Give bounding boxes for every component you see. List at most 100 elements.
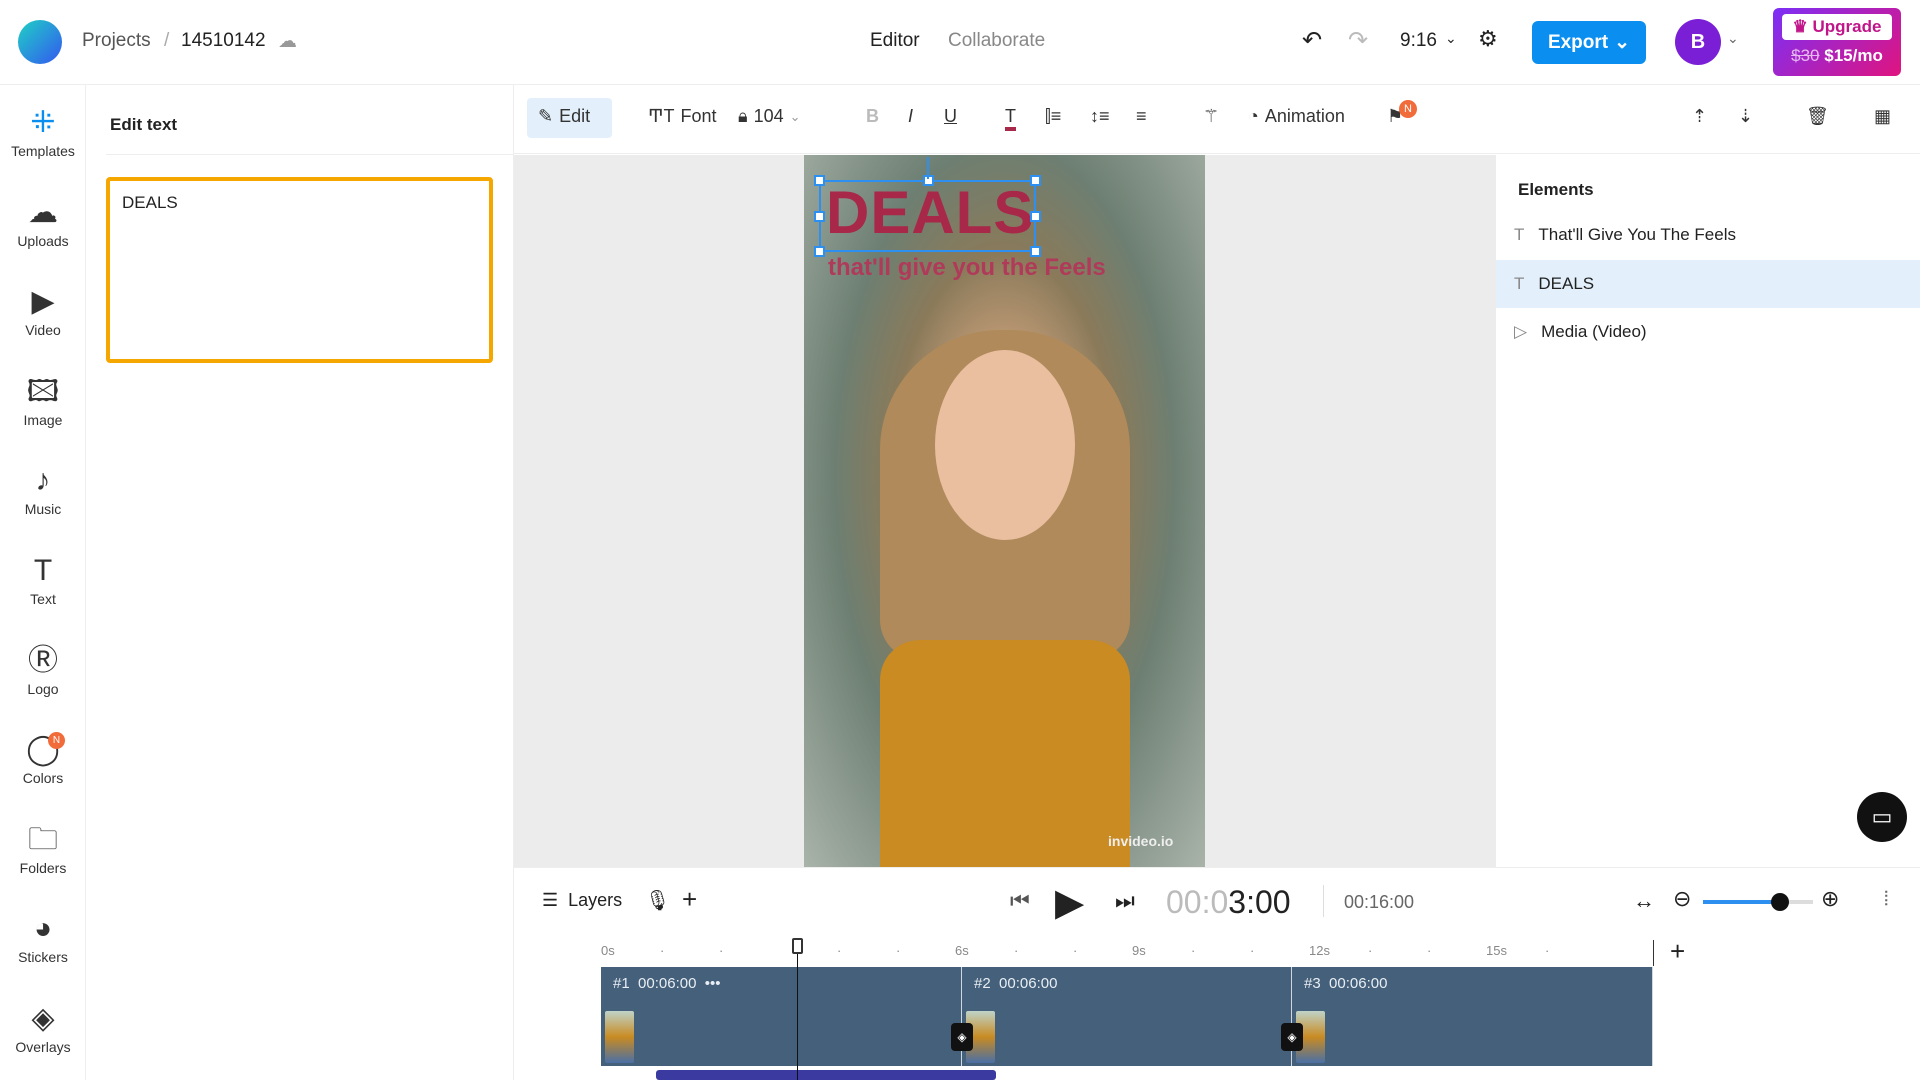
align-icon[interactable]: ⫿≡ xyxy=(1045,106,1061,127)
bring-forward-icon[interactable]: ⇡ xyxy=(1692,106,1707,127)
chat-icon[interactable]: ▭ xyxy=(1857,792,1907,842)
skip-forward-icon[interactable]: ⏭︎ xyxy=(1115,888,1135,914)
delete-icon[interactable]: 🗑︎ xyxy=(1806,106,1829,127)
resize-handle[interactable] xyxy=(1030,175,1041,186)
sidebar-item-label: Logo xyxy=(27,680,59,697)
font-button[interactable]: ͲT Font xyxy=(648,106,717,127)
more-icon[interactable]: ••• xyxy=(705,975,721,992)
redo-icon[interactable]: ↷ xyxy=(1348,26,1368,55)
breadcrumb-projects[interactable]: Projects xyxy=(82,30,151,52)
italic-button[interactable]: I xyxy=(908,106,913,127)
audio-track[interactable] xyxy=(656,1070,996,1080)
layers-button[interactable]: ☰ Layers xyxy=(542,890,622,911)
sidebar-item-image[interactable]: 🖾 Image xyxy=(0,372,86,428)
send-backward-icon[interactable]: ⇣ xyxy=(1738,106,1753,127)
nav-editor[interactable]: Editor xyxy=(870,30,920,52)
sidebar-item-text[interactable]: T Text xyxy=(0,551,86,607)
cloud-saved-icon: ☁ xyxy=(278,31,297,52)
scene-clip[interactable]: #1 00:06:00 ••• xyxy=(601,967,962,1066)
zoom-slider-handle[interactable] xyxy=(1771,893,1789,911)
play-icon[interactable]: ▶ xyxy=(1055,880,1084,925)
element-item-selected[interactable]: T DEALS xyxy=(1496,260,1920,308)
edit-button[interactable]: ✎ Edit xyxy=(538,106,590,127)
element-item[interactable]: T That'll Give You The Feels xyxy=(1496,211,1920,259)
sidebar-item-uploads[interactable]: ☁ Uploads xyxy=(0,193,86,249)
chevron-down-icon: ⌄ xyxy=(1614,32,1631,53)
line-height-icon[interactable]: ↕≡ xyxy=(1090,106,1110,127)
clip-number: #2 xyxy=(974,975,991,992)
ruler-tick: · xyxy=(1545,943,1550,958)
waveform-icon[interactable]: ⦙ xyxy=(1884,888,1888,911)
text-color-button[interactable]: T xyxy=(1005,106,1016,131)
ruler-label: 12s xyxy=(1309,943,1330,958)
transition-icon[interactable]: ◈ xyxy=(1281,1023,1303,1051)
sidebar-item-overlays[interactable]: ◈ Overlays xyxy=(0,999,86,1055)
upgrade-label: Upgrade xyxy=(1812,17,1882,36)
sidebar-item-video[interactable]: ▶ Video xyxy=(0,282,86,338)
settings-icon[interactable]: ⚙ xyxy=(1478,26,1498,52)
microphone-icon[interactable]: 🎙︎ xyxy=(645,888,670,913)
aspect-ratio-dropdown[interactable]: 9:16 xyxy=(1400,30,1437,52)
divider xyxy=(106,154,514,155)
scene-clip[interactable]: #2 00:06:00 xyxy=(962,967,1292,1066)
sidebar-item-label: Text xyxy=(30,591,56,607)
zoom-out-icon[interactable]: ⊖ xyxy=(1673,886,1691,912)
logo-icon: Ⓡ xyxy=(28,643,58,677)
grid-icon[interactable]: ▦ xyxy=(1874,106,1891,127)
nav-collaborate[interactable]: Collaborate xyxy=(948,30,1045,52)
app-logo[interactable] xyxy=(18,20,62,64)
ruler-tick: · xyxy=(1014,943,1019,958)
resize-handle[interactable] xyxy=(814,246,825,257)
playhead-handle[interactable] xyxy=(792,938,803,954)
zoom-slider[interactable] xyxy=(1703,900,1813,904)
avatar[interactable]: B xyxy=(1675,19,1721,65)
folder-icon: 🗀 xyxy=(28,822,58,856)
underline-button[interactable]: U xyxy=(944,106,957,127)
undo-icon[interactable]: ↶ xyxy=(1302,26,1322,55)
export-button[interactable]: Export ⌄ xyxy=(1532,21,1646,64)
resize-handle[interactable] xyxy=(1030,246,1041,257)
project-name[interactable]: 14510142 xyxy=(181,30,266,52)
magic-wand-icon[interactable]: ⚚ xyxy=(1203,106,1219,127)
sidebar-item-colors[interactable]: ◯ Colors N xyxy=(0,730,86,786)
element-item[interactable]: ▷ Media (Video) xyxy=(1496,308,1920,356)
pencil-icon: ✎ xyxy=(538,106,554,126)
skip-back-icon[interactable]: ⏮︎ xyxy=(1010,888,1030,914)
font-size-dropdown[interactable]: 🔒︎ 104 ⌄ xyxy=(738,106,801,127)
chevron-down-icon[interactable]: ⌄ xyxy=(1727,30,1739,47)
text-align-icon[interactable]: ≡ xyxy=(1136,106,1147,127)
sidebar-item-templates[interactable]: ⁜ Templates xyxy=(0,103,86,159)
watermark: invideo.io xyxy=(1108,833,1174,849)
resize-handle[interactable] xyxy=(814,211,825,222)
video-subject-face xyxy=(935,350,1075,540)
bold-button[interactable]: B xyxy=(866,106,879,127)
sidebar-item-music[interactable]: ♪ Music xyxy=(0,461,86,517)
add-icon[interactable]: + xyxy=(682,884,697,915)
sidebar-item-logo[interactable]: Ⓡ Logo xyxy=(0,641,86,697)
text-icon: T xyxy=(1514,274,1525,293)
crown-icon: ♛ xyxy=(1792,17,1808,36)
sidebar-item-stickers[interactable]: ◕ Stickers xyxy=(0,909,86,965)
clip-thumbnail xyxy=(605,1011,634,1063)
resize-handle[interactable] xyxy=(814,175,825,186)
clip-number: #3 xyxy=(1304,975,1321,992)
fit-icon[interactable]: ↔ xyxy=(1633,888,1655,914)
sidebar-item-folders[interactable]: 🗀 Folders xyxy=(0,820,86,876)
add-scene-icon[interactable]: + xyxy=(1670,936,1685,967)
scene-clip[interactable]: #3 00:06:00 xyxy=(1292,967,1653,1066)
ruler-tick: · xyxy=(1250,943,1255,958)
text-input[interactable]: DEALS xyxy=(106,177,493,363)
canvas-subtitle-text[interactable]: that'll give you the Feels xyxy=(828,254,1106,282)
selection-box[interactable] xyxy=(814,175,1041,257)
rotate-handle[interactable] xyxy=(927,157,929,179)
chevron-down-icon: ⌄ xyxy=(789,108,801,124)
playhead[interactable] xyxy=(797,939,798,1080)
element-label: That'll Give You The Feels xyxy=(1538,225,1736,244)
resize-handle[interactable] xyxy=(1030,211,1041,222)
sidebar-item-label: Colors xyxy=(22,770,64,787)
zoom-in-icon[interactable]: ⊕ xyxy=(1821,886,1839,912)
transition-icon[interactable]: ◈ xyxy=(951,1023,973,1051)
upgrade-button[interactable]: ♛ Upgrade $30 $15/mo xyxy=(1773,8,1901,76)
clip-duration: 00:06:00 xyxy=(1329,975,1388,992)
animation-button[interactable]: ◔ Animation xyxy=(1248,106,1345,127)
